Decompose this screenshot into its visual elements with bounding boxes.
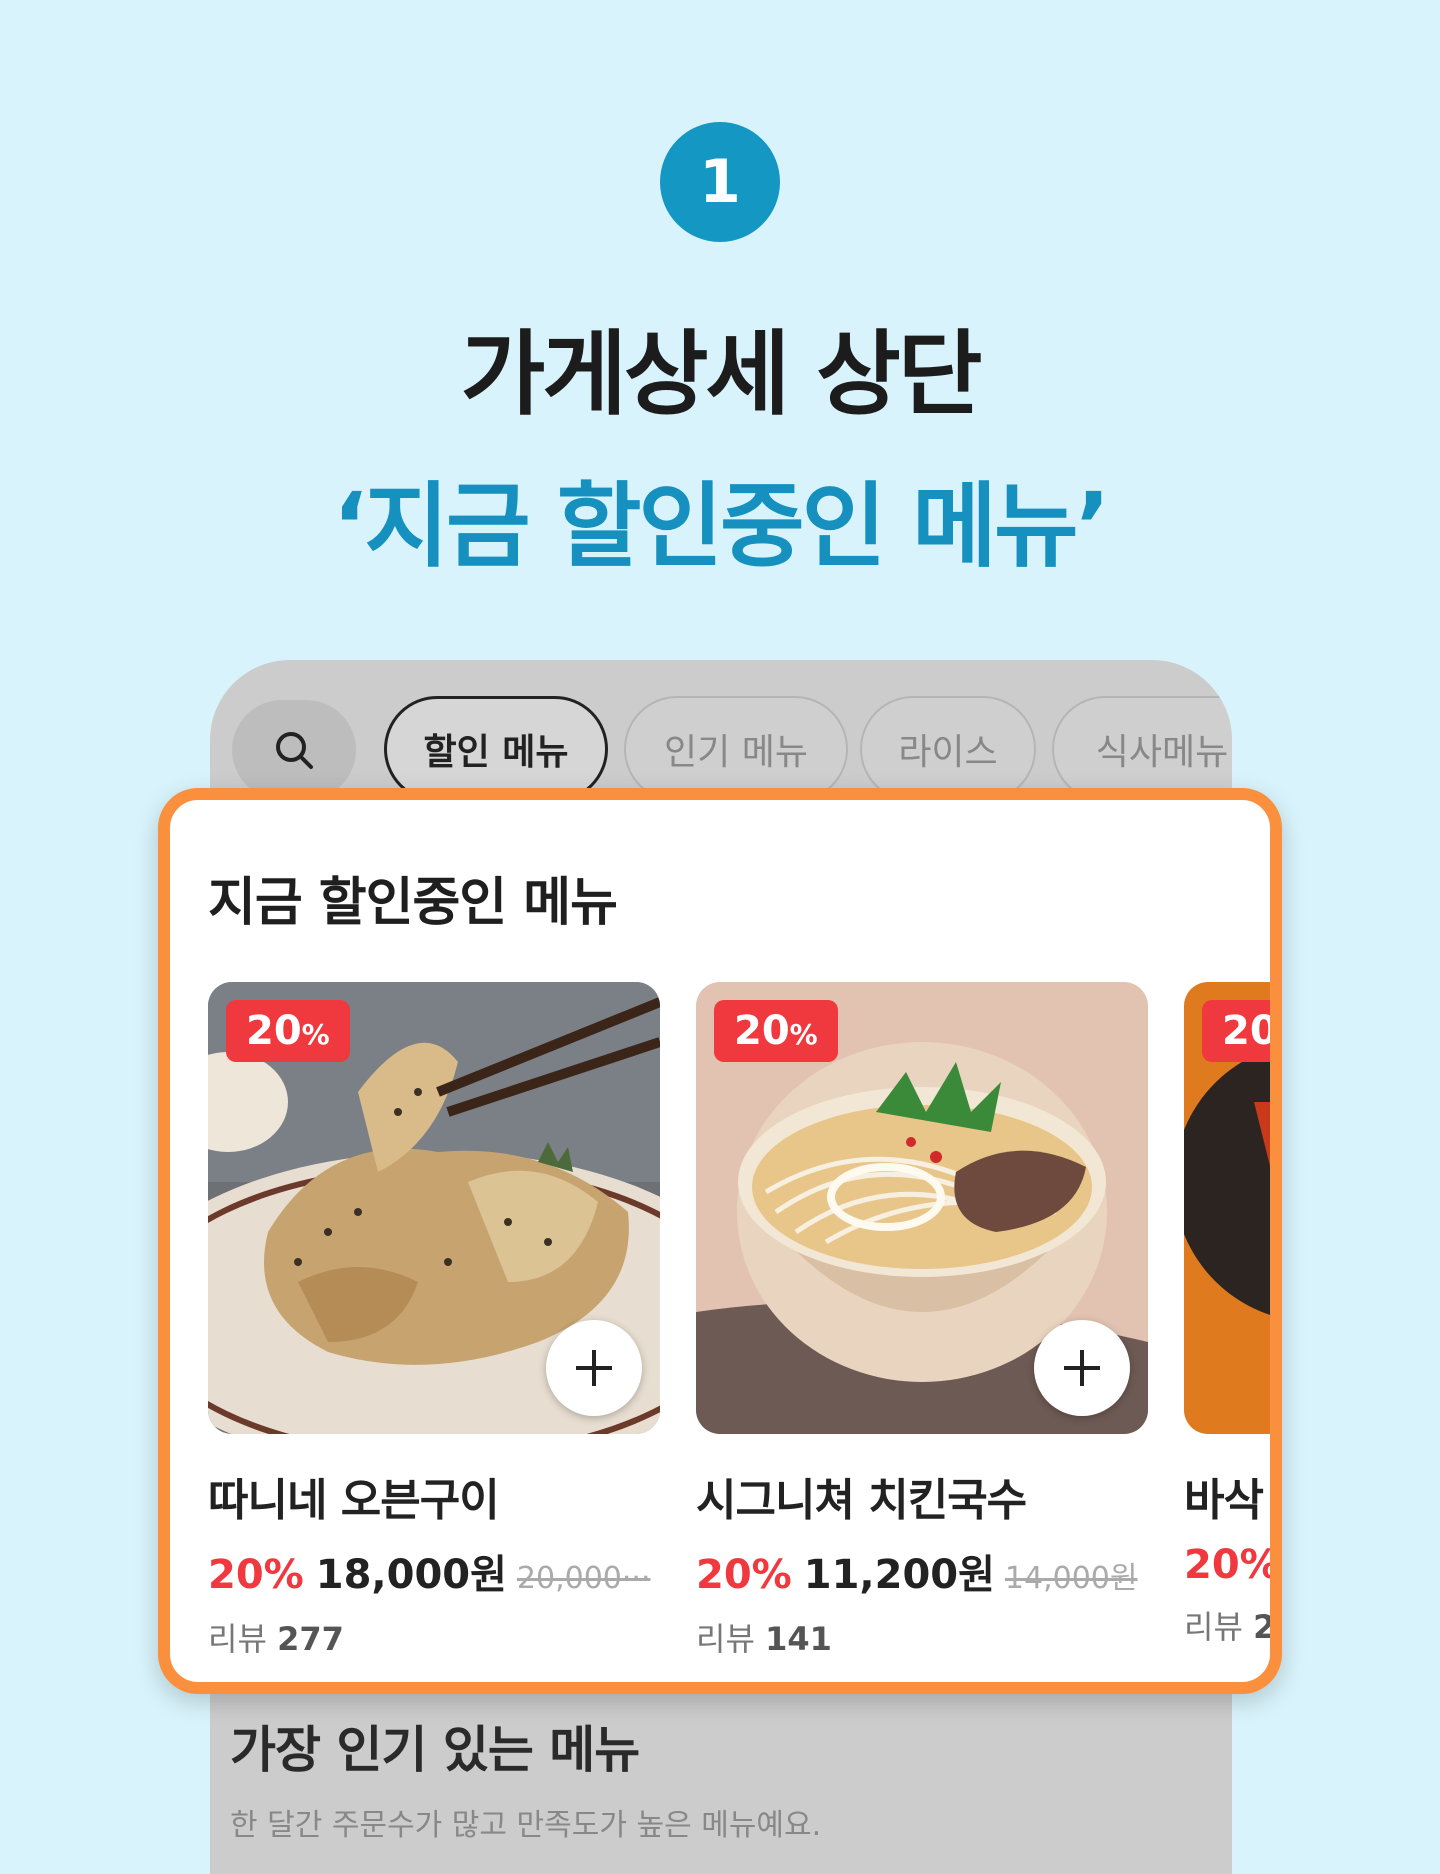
popular-section-title: 가장 인기 있는 메뉴 [230,1721,640,1779]
search-button[interactable] [232,700,356,800]
menu-item-photo: 20 [1184,982,1270,1434]
menu-item-name: 시그니쳐 치킨국수 [696,1475,1027,1526]
menu-item[interactable]: 20% 따니네 오븐구이 20% 18,000원 20,000··· 리뷰 27… [208,982,660,1660]
sale-price: 18,000원 [315,1552,507,1598]
menu-item-photo: 20% [696,982,1148,1434]
discount-section-card: 지금 할인중인 메뉴 20% 따니네 오븐구이 20% 18,000원 20,0… [158,788,1282,1694]
headline-subtitle: ‘지금 할인중인 메뉴’ [332,473,1110,580]
tab-rice[interactable]: 라이스 [860,696,1036,802]
add-to-cart-button[interactable] [546,1320,642,1416]
step-badge: 1 [660,122,780,242]
discount-rate: 20% [208,1552,304,1598]
tab-meal-menu[interactable]: 식사메뉴 [1052,696,1232,802]
add-to-cart-button[interactable] [1034,1320,1130,1416]
menu-item-reviews: 리뷰 141 [696,1620,832,1658]
discount-rate: 20% [696,1552,792,1598]
menu-item-name: 따니네 오븐구이 [208,1475,500,1526]
discount-section-title: 지금 할인중인 메뉴 [208,873,618,933]
menu-item-price-row: 20% 11,200원 14,000원 [696,1542,1148,1600]
menu-item-photo: 20% [208,982,660,1434]
tab-discount-menu[interactable]: 할인 메뉴 [384,696,608,802]
menu-item-name: 바삭 [1184,1475,1264,1526]
tab-popular-menu[interactable]: 인기 메뉴 [624,696,848,802]
plus-icon [1064,1350,1100,1386]
discount-badge: 20% [226,1000,350,1062]
discount-badge: 20% [714,1000,838,1062]
menu-item-reviews: 리뷰 2 [1184,1608,1276,1646]
sale-price: 11,200원 [803,1552,995,1598]
menu-item-price-row: 20% [1184,1542,1280,1588]
search-icon [276,732,313,769]
plus-icon [576,1350,612,1386]
menu-item-reviews: 리뷰 277 [208,1620,344,1658]
original-price: 14,000원 [1004,1561,1138,1596]
discount-badge: 20 [1202,1000,1270,1062]
original-price: 20,000··· [516,1561,651,1596]
menu-item-price-row: 20% 18,000원 20,000··· [208,1542,660,1600]
menu-item[interactable]: 20 바삭 20% 리뷰 2 [1184,982,1280,1648]
headline-title: 가게상세 상단 [460,321,983,428]
discount-rate: 20% [1184,1542,1280,1588]
popular-section-description: 한 달간 주문수가 많고 만족도가 높은 메뉴예요. [230,1808,822,1843]
menu-item[interactable]: 20% 시그니쳐 치킨국수 20% 11,200원 14,000원 리뷰 141 [696,982,1148,1660]
